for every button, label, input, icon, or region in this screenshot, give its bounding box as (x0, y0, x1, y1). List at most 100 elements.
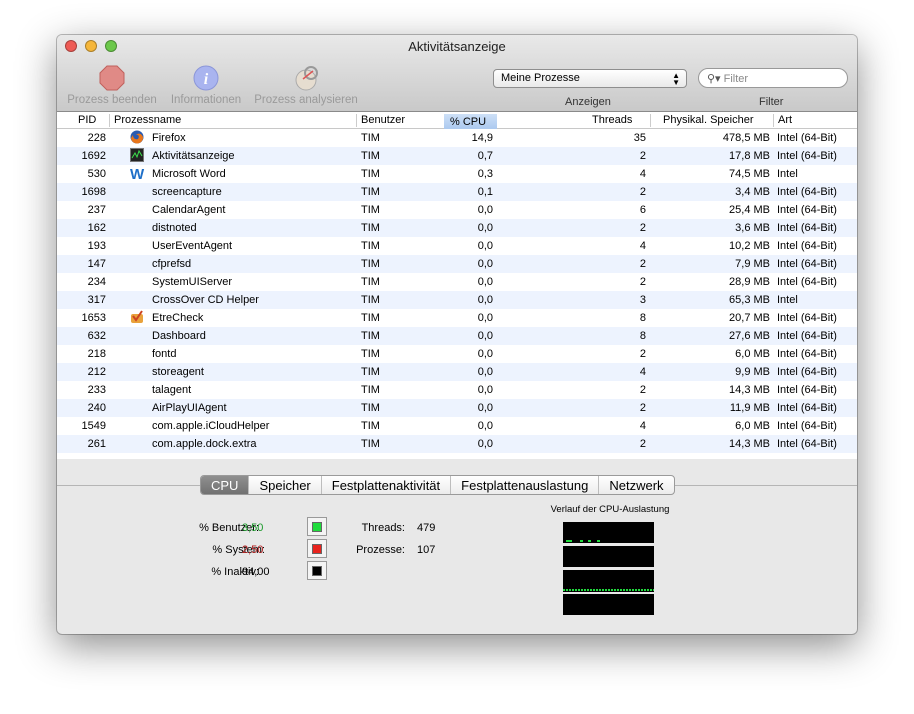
column-art[interactable]: Art (778, 114, 792, 126)
filter-search-input[interactable]: ⚲▾ Filter (698, 68, 848, 88)
cell-pid: 1698 (81, 186, 106, 198)
cell-name: EtreCheck (152, 312, 204, 324)
cell-art: Intel (64-Bit) (777, 150, 837, 162)
cell-art: Intel (64-Bit) (777, 240, 837, 252)
cell-cpu: 0,0 (477, 276, 493, 288)
table-row[interactable]: 212 storeagent TIM 0,0 4 9,9 MB Intel (64-Bit) (57, 363, 857, 381)
cell-pid: 237 (87, 204, 106, 216)
tab-cpu[interactable]: CPU (201, 476, 250, 494)
cpu-history-graph-4 (563, 594, 654, 615)
cell-threads: 4 (639, 420, 646, 432)
cell-art: Intel (777, 168, 798, 180)
cell-threads: 2 (639, 348, 646, 360)
threads-value: 479 (417, 522, 436, 534)
table-row[interactable]: 530 Microsoft Word TIM 0,3 4 74,5 MB Intel W (57, 165, 857, 183)
cell-pid: 1692 (81, 150, 106, 162)
cell-mem: 3,6 MB (735, 222, 770, 234)
firefox-app-icon (130, 130, 144, 144)
table-row[interactable]: 237 CalendarAgent TIM 0,0 6 25,4 MB Intel (64-… (57, 201, 857, 219)
cell-mem: 10,2 MB (729, 240, 770, 252)
cell-pid: 147 (87, 258, 106, 270)
cell-mem: 11,9 MB (729, 402, 770, 414)
table-row[interactable]: 1653 EtreCheck TIM 0,0 8 20,7 MB Intel (64-Bit… (57, 309, 857, 327)
column-threads[interactable]: Threads (592, 114, 632, 126)
cell-mem: 74,5 MB (729, 168, 770, 180)
cell-mem: 65,3 MB (729, 294, 770, 306)
cell-mem: 6,0 MB (735, 420, 770, 432)
idle-value: 94,00 (242, 566, 270, 578)
cell-mem: 7,9 MB (735, 258, 770, 270)
table-row[interactable]: 147 cfprefsd TIM 0,0 2 7,9 MB Intel (64-Bit) (57, 255, 857, 273)
cell-threads: 6 (639, 204, 646, 216)
cell-user: TIM (361, 348, 380, 360)
table-row[interactable]: 317 CrossOver CD Helper TIM 0,0 3 65,3 MB Inte… (57, 291, 857, 309)
cell-threads: 2 (639, 150, 646, 162)
cell-user: TIM (361, 402, 380, 414)
user-color-well[interactable] (307, 517, 327, 536)
table-row[interactable]: 240 AirPlayUIAgent TIM 0,0 2 11,9 MB Intel (64… (57, 399, 857, 417)
cell-art: Intel (64-Bit) (777, 420, 837, 432)
cell-threads: 4 (639, 240, 646, 252)
table-row[interactable]: 162 distnoted TIM 0,0 2 3,6 MB Intel (64-Bit) (57, 219, 857, 237)
column-name[interactable]: Prozessname (114, 114, 181, 126)
stop-octagon-icon (99, 65, 125, 91)
cell-threads: 8 (639, 312, 646, 324)
cell-art: Intel (64-Bit) (777, 384, 837, 396)
cell-threads: 4 (639, 168, 646, 180)
cell-name: UserEventAgent (152, 240, 233, 252)
cell-mem: 6,0 MB (735, 348, 770, 360)
cell-threads: 2 (639, 384, 646, 396)
cell-pid: 1653 (81, 312, 106, 324)
cell-threads: 4 (639, 366, 646, 378)
cell-user: TIM (361, 204, 380, 216)
analyze-process-button[interactable]: Prozess analysieren (252, 65, 360, 106)
analyze-label: Prozess analysieren (254, 94, 358, 106)
table-row[interactable]: 234 SystemUIServer TIM 0,0 2 28,9 MB Intel (64… (57, 273, 857, 291)
system-color-well[interactable] (307, 539, 327, 558)
cell-cpu: 0,0 (477, 240, 493, 252)
show-processes-select[interactable]: Meine Prozesse ▲ ▼ (493, 69, 687, 88)
tab-memory[interactable]: Speicher (249, 476, 322, 494)
cell-pid: 1549 (81, 420, 106, 432)
cell-name: SystemUIServer (152, 276, 233, 288)
cell-name: Aktivitätsanzeige (152, 150, 235, 162)
table-row[interactable]: 193 UserEventAgent TIM 0,0 4 10,2 MB Intel (64… (57, 237, 857, 255)
cell-user: TIM (361, 366, 380, 378)
info-label: Informationen (170, 94, 242, 106)
cell-name: fontd (152, 348, 177, 360)
info-button[interactable]: i Informationen (166, 65, 246, 106)
processes-value: 107 (417, 544, 436, 556)
quit-process-button[interactable]: Prozess beenden (66, 65, 158, 106)
cell-name: distnoted (152, 222, 197, 234)
tab-network[interactable]: Netzwerk (599, 476, 673, 494)
table-row[interactable]: 228 Firefox TIM 14,9 35 478,5 MB Intel (64-Bit… (57, 129, 857, 147)
cell-art: Intel (64-Bit) (777, 438, 837, 450)
tab-disk-usage[interactable]: Festplattenauslastung (451, 476, 600, 494)
table-row[interactable]: 632 Dashboard TIM 0,0 8 27,6 MB Intel (64-Bit) (57, 327, 857, 345)
table-row[interactable]: 1692 Aktivitätsanzeige TIM 0,7 2 17,8 MB Intel… (57, 147, 857, 165)
cell-art: Intel (64-Bit) (777, 258, 837, 270)
column-pid[interactable]: PID (78, 114, 96, 126)
cell-name: talagent (152, 384, 192, 396)
cell-user: TIM (361, 132, 380, 144)
table-row[interactable]: 261 com.apple.dock.extra TIM 0,0 2 14,3 MB Int… (57, 435, 857, 453)
cell-art: Intel (64-Bit) (777, 366, 837, 378)
cell-cpu: 0,0 (477, 312, 493, 324)
cell-user: TIM (361, 330, 380, 342)
search-icon: ⚲▾ (707, 73, 721, 85)
table-row[interactable]: 233 talagent TIM 0,0 2 14,3 MB Intel (64-Bit) (57, 381, 857, 399)
cell-threads: 3 (639, 294, 646, 306)
cell-mem: 25,4 MB (729, 204, 770, 216)
table-row[interactable]: 1698 screencapture TIM 0,1 2 3,4 MB Intel (64-… (57, 183, 857, 201)
tab-disk-activity[interactable]: Festplattenaktivität (322, 476, 452, 494)
table-row[interactable]: 1549 com.apple.iCloudHelper TIM 0,0 4 6,0 MB I… (57, 417, 857, 435)
column-mem[interactable]: Physikal. Speicher (663, 114, 754, 126)
table-row[interactable]: 218 fontd TIM 0,0 2 6,0 MB Intel (64-Bit) (57, 345, 857, 363)
quit-label: Prozess beenden (67, 94, 157, 106)
cell-pid: 530 (87, 168, 106, 180)
idle-color-well[interactable] (307, 561, 327, 580)
column-user[interactable]: Benutzer (361, 114, 405, 126)
cell-user: TIM (361, 222, 380, 234)
column-cpu-label: % CPU (450, 116, 487, 128)
cell-mem: 28,9 MB (729, 276, 770, 288)
